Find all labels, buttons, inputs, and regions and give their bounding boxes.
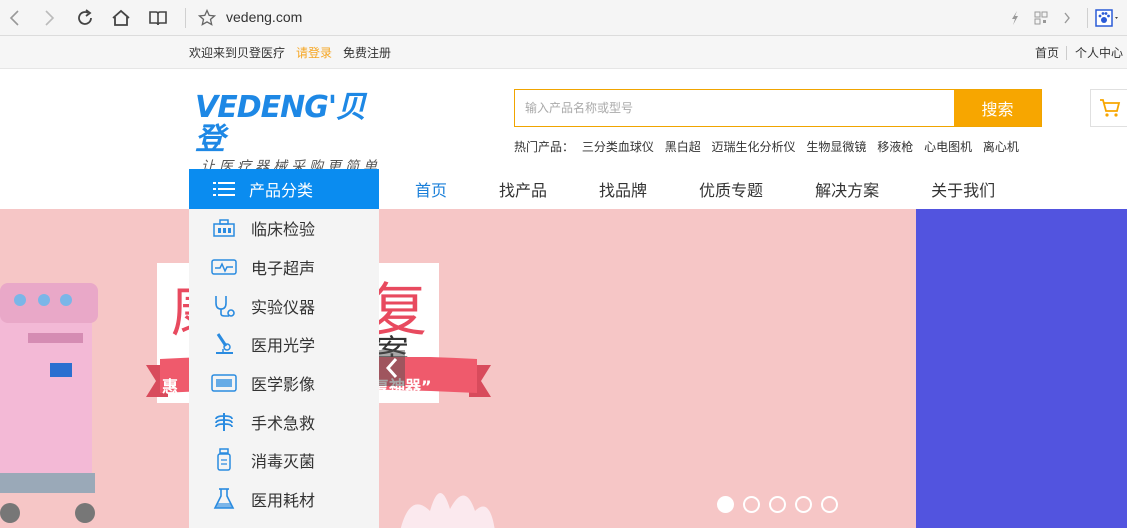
monitor-icon bbox=[211, 255, 237, 279]
hot-product-link[interactable]: 心电图机 bbox=[924, 140, 972, 154]
menu-list-icon bbox=[213, 182, 235, 196]
hot-label: 热门产品： bbox=[514, 140, 575, 154]
login-link[interactable]: 请登录 bbox=[296, 44, 332, 61]
slide-dot[interactable] bbox=[769, 496, 786, 513]
nav-featured-topics[interactable]: 优质专题 bbox=[673, 177, 789, 201]
category-label: 临床检验 bbox=[251, 220, 316, 240]
category-item-lab-instruments[interactable]: 实验仪器 bbox=[189, 286, 379, 325]
ribbon-text-left: 惠 bbox=[162, 377, 179, 396]
category-item-medical-imaging[interactable]: 医学影像 bbox=[189, 364, 379, 403]
paw-extension-icon[interactable] bbox=[1094, 8, 1122, 28]
xray-chest-icon bbox=[211, 410, 237, 434]
bottle-icon bbox=[211, 448, 237, 472]
category-menu-button[interactable]: 产品分类 bbox=[189, 169, 379, 209]
category-item-disinfection[interactable]: 消毒灭菌 bbox=[189, 441, 379, 480]
category-item-consumables[interactable]: 医用耗材 bbox=[189, 480, 379, 519]
hot-product-link[interactable]: 离心机 bbox=[983, 140, 1019, 154]
chevron-right-icon[interactable] bbox=[1057, 8, 1077, 28]
nav-find-brands[interactable]: 找品牌 bbox=[573, 177, 673, 201]
hot-product-link[interactable]: 黑白超 bbox=[665, 140, 701, 154]
category-label: 实验仪器 bbox=[251, 297, 316, 317]
search-bar: 搜索 bbox=[514, 89, 1042, 127]
banner-prev-button[interactable] bbox=[379, 350, 405, 386]
browser-toolbar: vedeng.com bbox=[0, 0, 1127, 36]
microscope-icon bbox=[211, 332, 237, 356]
category-item-clinical-lab[interactable]: 临床检验 bbox=[189, 209, 379, 248]
hot-product-link[interactable]: 生物显微镜 bbox=[806, 140, 866, 154]
hot-product-link[interactable]: 移液枪 bbox=[877, 140, 913, 154]
register-link[interactable]: 免费注册 bbox=[343, 44, 391, 61]
forward-icon[interactable] bbox=[37, 6, 61, 30]
divider bbox=[1066, 46, 1067, 60]
topbar-home-link[interactable]: 首页 bbox=[1035, 44, 1059, 61]
category-item-ultrasound[interactable]: 电子超声 bbox=[189, 248, 379, 287]
welcome-text: 欢迎来到贝登医疗 bbox=[189, 46, 286, 60]
bookmarks-icon[interactable] bbox=[146, 6, 170, 30]
nav-about-us[interactable]: 关于我们 bbox=[905, 177, 1021, 201]
divider bbox=[185, 8, 186, 28]
category-label: 手术急救 bbox=[251, 413, 316, 433]
home-icon[interactable] bbox=[109, 6, 133, 30]
medical-device-image bbox=[0, 283, 98, 523]
lightning-icon[interactable] bbox=[1005, 8, 1025, 28]
nav-home[interactable]: 首页 bbox=[379, 177, 473, 201]
site-topbar: 欢迎来到贝登医疗 请登录 免费注册 首页 个人中心 bbox=[0, 36, 1127, 69]
main-nav: 首页 找产品 找品牌 优质专题 解决方案 关于我们 bbox=[379, 169, 1021, 209]
category-item-surgery-emergency[interactable]: 手术急救 bbox=[189, 402, 379, 441]
category-label: 消毒灭菌 bbox=[251, 452, 316, 472]
slide-indicators bbox=[717, 496, 847, 513]
divider bbox=[1087, 8, 1088, 28]
cart-icon bbox=[1100, 99, 1121, 117]
hot-products: 热门产品： 三分类血球仪 黑白超 迈瑞生化分析仪 生物显微镜 移液枪 心电图机 … bbox=[514, 138, 1026, 155]
slide-dot[interactable] bbox=[743, 496, 760, 513]
banner-side-panel bbox=[916, 209, 1127, 528]
star-icon[interactable] bbox=[195, 6, 219, 30]
logo-brand: VEDENG'贝登 bbox=[195, 90, 366, 157]
nav-solutions[interactable]: 解决方案 bbox=[789, 177, 905, 201]
category-label: 医学影像 bbox=[251, 375, 316, 395]
imaging-icon bbox=[211, 371, 237, 395]
hero-banner[interactable]: 康 复 案 惠 复神器” bbox=[0, 209, 916, 528]
slide-dot[interactable] bbox=[717, 496, 734, 513]
slide-dot[interactable] bbox=[795, 496, 812, 513]
back-icon[interactable] bbox=[3, 6, 27, 30]
category-title: 产品分类 bbox=[249, 181, 314, 200]
personal-center-link[interactable]: 个人中心 bbox=[1075, 44, 1123, 61]
flower-decoration bbox=[400, 493, 495, 528]
refresh-icon[interactable] bbox=[73, 6, 97, 30]
lab-building-icon bbox=[211, 216, 237, 240]
cart-button[interactable] bbox=[1090, 89, 1127, 127]
category-item-medical-optics[interactable]: 医用光学 bbox=[189, 325, 379, 364]
category-label: 医用耗材 bbox=[251, 491, 316, 511]
hot-product-link[interactable]: 迈瑞生化分析仪 bbox=[712, 140, 796, 154]
slide-dot[interactable] bbox=[821, 496, 838, 513]
address-bar-url[interactable]: vedeng.com bbox=[226, 9, 302, 25]
stethoscope-icon bbox=[211, 294, 237, 318]
chevron-left-icon bbox=[385, 358, 398, 378]
flask-icon bbox=[211, 487, 237, 511]
category-label: 电子超声 bbox=[251, 259, 316, 279]
nav-find-products[interactable]: 找产品 bbox=[473, 177, 573, 201]
search-input[interactable] bbox=[515, 90, 954, 126]
search-button[interactable]: 搜索 bbox=[954, 90, 1041, 126]
hot-product-link[interactable]: 三分类血球仪 bbox=[582, 140, 654, 154]
site-logo[interactable]: VEDENG'贝登 让医疗器械采购更简单 bbox=[195, 92, 385, 176]
category-list: 临床检验 电子超声 实验仪器 医用光学 医学影像 手术急救 消毒灭菌 医用耗材 bbox=[189, 209, 379, 528]
qr-code-icon[interactable] bbox=[1031, 8, 1051, 28]
category-label: 医用光学 bbox=[251, 336, 316, 356]
